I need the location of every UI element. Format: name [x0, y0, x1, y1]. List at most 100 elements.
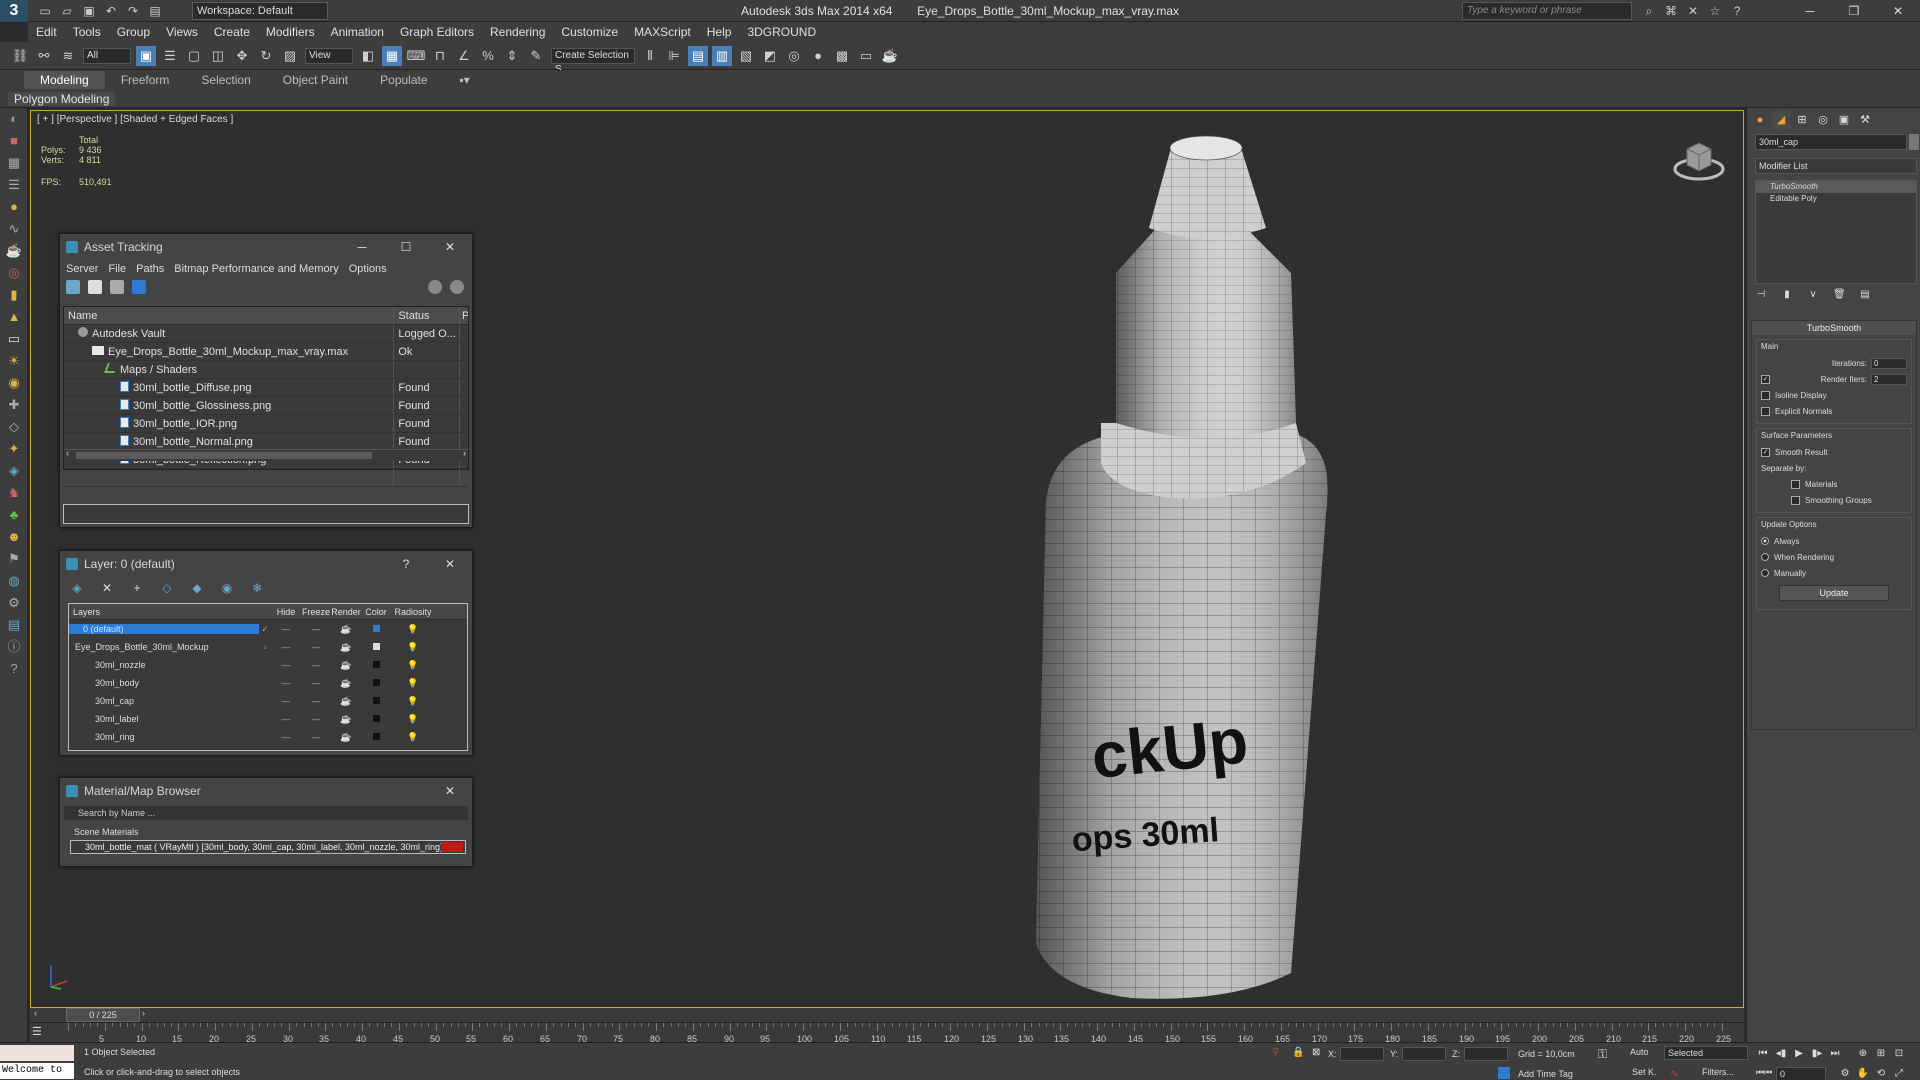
maximize-viewport-icon[interactable]: ⤢ — [1892, 1067, 1906, 1080]
time-prev-icon[interactable]: ‹ — [34, 1008, 37, 1018]
layer-radiosity-icon[interactable]: 💡 — [391, 696, 435, 707]
hide-header[interactable]: Hide — [271, 607, 301, 617]
layer-color-cell[interactable] — [361, 732, 391, 742]
layer-row[interactable]: Eye_Drops_Bottle_30ml_Mockup ▫ — — ☕ 💡 — [69, 638, 467, 656]
rotate-icon[interactable]: ↻ — [256, 46, 276, 66]
subscription-icon[interactable]: ⌘ — [1662, 2, 1680, 20]
freeze-header[interactable]: Freeze — [301, 607, 331, 617]
column-extra-header[interactable]: P — [460, 307, 468, 324]
menu-server[interactable]: Server — [66, 263, 98, 275]
menu-animation[interactable]: Animation — [323, 22, 392, 42]
rig-icon[interactable]: ♞ — [0, 482, 28, 504]
polygon-modeling-panel[interactable]: Polygon Modeling — [8, 92, 116, 106]
material-search-input[interactable]: Search by Name ... — [64, 806, 468, 820]
tab-object-paint[interactable]: Object Paint — [267, 71, 364, 89]
pin-stack-icon[interactable]: ⊣ — [1755, 289, 1767, 301]
layer-color-cell[interactable] — [361, 660, 391, 670]
stack-item-editable-poly[interactable]: Editable Poly — [1756, 193, 1916, 205]
show-end-result-icon[interactable]: ▮ — [1781, 289, 1793, 301]
select-manipulate-icon[interactable]: ▦ — [382, 45, 402, 66]
asset-row[interactable]: 30ml_bottle_Glossiness.png Found — [64, 397, 468, 415]
menu-modifiers[interactable]: Modifiers — [258, 22, 323, 42]
mirror-icon[interactable]: ⫴ — [640, 46, 660, 66]
smooth-result-checkbox[interactable]: ✓ — [1761, 447, 1770, 457]
active-layer-check-icon[interactable]: ✓ — [259, 624, 271, 635]
add-layer-icon[interactable]: + — [130, 581, 144, 595]
column-status-header[interactable]: Status — [394, 307, 461, 324]
create-tab-icon[interactable]: ● — [1751, 111, 1769, 129]
scale-icon[interactable]: ▨ — [280, 46, 300, 66]
object-color-swatch[interactable] — [1909, 134, 1919, 150]
select-in-layer-icon[interactable]: ◇ — [160, 581, 174, 595]
layer-hide-toggle[interactable]: — — [271, 660, 301, 670]
maxscript-input[interactable]: Welcome to — [0, 1063, 74, 1079]
when-rendering-radio[interactable] — [1761, 553, 1769, 561]
layer-radiosity-icon[interactable]: 💡 — [391, 642, 435, 653]
asset-path-field[interactable] — [63, 504, 469, 524]
binoculars-icon[interactable]: ⌕ — [1640, 2, 1658, 20]
render-iters-checkbox[interactable]: ✓ — [1761, 374, 1770, 384]
go-to-end-icon[interactable]: ⏭ — [1828, 1047, 1842, 1061]
tab-freeform[interactable]: Freeform — [105, 71, 186, 89]
menu-create[interactable]: Create — [206, 22, 258, 42]
materials-checkbox[interactable] — [1791, 479, 1800, 489]
menu-bitmap-performance[interactable]: Bitmap Performance and Memory — [174, 263, 338, 275]
layer-manager-titlebar[interactable]: Layer: 0 (default) ? ✕ — [60, 551, 472, 577]
torus-icon[interactable]: ◎ — [0, 262, 28, 284]
zoom-icon[interactable]: ⊕ — [1856, 1047, 1870, 1061]
viewport-icon[interactable]: ◐ — [0, 108, 28, 130]
favorites-star-icon[interactable]: ☆ — [1706, 2, 1724, 20]
layer-radiosity-icon[interactable]: 💡 — [391, 660, 435, 671]
manually-radio[interactable] — [1761, 569, 1769, 577]
key-mode-toggle-icon[interactable]: ⏮⏮ — [1756, 1067, 1772, 1078]
hide-all-icon[interactable]: ◉ — [220, 581, 234, 595]
key-mode-dropdown[interactable]: Selected — [1664, 1046, 1748, 1060]
set-active-icon[interactable]: ▫ — [259, 642, 271, 652]
grid-icon[interactable]: ▦ — [0, 152, 28, 174]
search-input[interactable]: Type a keyword or phrase — [1462, 2, 1632, 20]
shapes-icon[interactable]: ◇ — [0, 416, 28, 438]
project-folder-icon[interactable]: ▤ — [146, 2, 164, 20]
motion-tab-icon[interactable]: ◎ — [1814, 111, 1832, 129]
layer-hide-toggle[interactable]: — — [271, 714, 301, 724]
script-icon[interactable]: ▤ — [0, 614, 28, 636]
cylinder-icon[interactable]: ▮ — [0, 284, 28, 306]
schematic-view-icon[interactable]: ◎ — [784, 46, 804, 66]
time-config-icon[interactable]: ⚙ — [1838, 1067, 1852, 1080]
rectangular-selection-icon[interactable]: ▢ — [184, 46, 204, 66]
set-key-button[interactable]: Set K. — [1632, 1067, 1657, 1077]
layer-hide-toggle[interactable]: — — [271, 696, 301, 706]
layer-hide-toggle[interactable]: — — [271, 678, 301, 688]
ribbon-options-icon[interactable]: ▪▾ — [444, 71, 486, 89]
layer-color-cell[interactable] — [361, 642, 391, 652]
zoom-all-icon[interactable]: ⊞ — [1874, 1047, 1888, 1061]
layer-freeze-toggle[interactable]: — — [301, 678, 331, 688]
next-frame-icon[interactable]: ▮▸ — [1810, 1047, 1824, 1061]
layer-row[interactable]: 30ml_ring — — ☕ 💡 — [69, 728, 467, 746]
time-next-icon[interactable]: › — [142, 1008, 145, 1018]
layer-radiosity-icon[interactable]: 💡 — [391, 714, 435, 725]
particle-icon[interactable]: ✦ — [0, 438, 28, 460]
open-file-icon[interactable]: ▱ — [58, 2, 76, 20]
layer-freeze-toggle[interactable]: — — [301, 714, 331, 724]
close-icon[interactable]: ✕ — [1876, 0, 1920, 22]
angle-snap-icon[interactable]: ∠ — [454, 46, 474, 66]
undo-icon[interactable]: ↶ — [102, 2, 120, 20]
scene-materials-group[interactable]: Scene Materials — [64, 826, 468, 838]
menu-help[interactable]: Help — [699, 22, 740, 42]
radiosity-header[interactable]: Radiosity — [391, 607, 435, 617]
highlight-layer-icon[interactable]: ◆ — [190, 581, 204, 595]
menu-group[interactable]: Group — [109, 22, 158, 42]
maxscript-listener[interactable]: Welcome to — [0, 1043, 74, 1080]
key-filter-icon[interactable]: ∿ — [1670, 1067, 1679, 1080]
update-button[interactable]: Update — [1779, 585, 1889, 601]
delete-layer-icon[interactable]: ✕ — [100, 581, 114, 595]
freeze-all-icon[interactable]: ❄ — [250, 581, 264, 595]
layer-render-toggle-icon[interactable]: ☕ — [331, 660, 361, 671]
viewport-label[interactable]: [ + ] [Perspective ] [Shaded + Edged Fac… — [37, 114, 233, 125]
layer-row[interactable]: 30ml_nozzle — — ☕ 💡 — [69, 656, 467, 674]
restore-icon[interactable]: ❐ — [1832, 0, 1876, 22]
character-icon[interactable]: ☻ — [0, 526, 28, 548]
y-coordinate-field[interactable] — [1402, 1047, 1446, 1061]
menu-graph-editors[interactable]: Graph Editors — [392, 22, 482, 42]
